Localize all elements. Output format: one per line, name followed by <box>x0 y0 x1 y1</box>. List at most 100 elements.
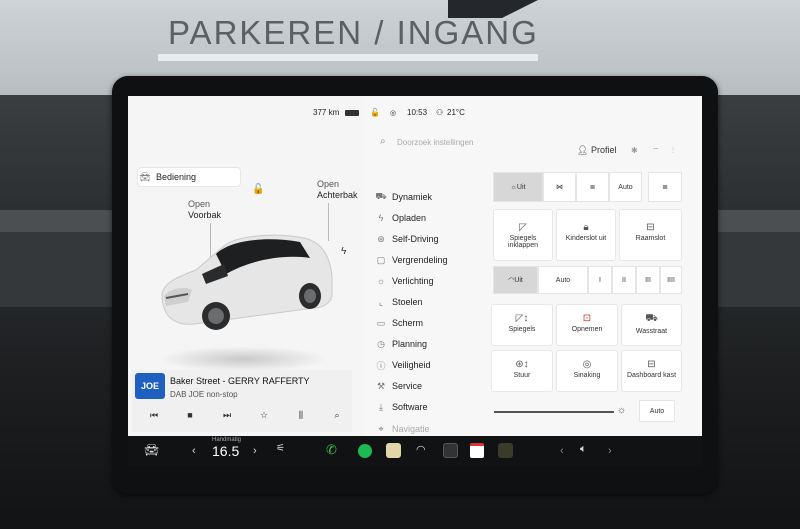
car-wash-button[interactable]: ⛟ Wasstraat <box>621 304 682 346</box>
now-playing-station: DAB JOE non-stop <box>170 390 238 399</box>
menu-item-planning[interactable]: ◷ Planning <box>374 335 476 353</box>
frunk-open-button[interactable]: Open Voorbak <box>188 199 221 221</box>
lock-icon: ▢ <box>376 254 386 265</box>
menu-item-service[interactable]: ⚒ Service <box>374 377 476 395</box>
car-model-image <box>161 234 333 330</box>
signal-icon[interactable]: ⫶ <box>672 146 674 156</box>
favorite-icon[interactable]: ☆ <box>256 410 272 421</box>
unlock-icon[interactable]: 🔓 <box>252 184 264 195</box>
settings-search-icon: ⌕ <box>380 136 386 147</box>
window-lock-icon: ⊟ <box>646 222 655 233</box>
equalizer-icon[interactable]: ⫼ <box>293 410 309 421</box>
bottom-dock: 🚘︎ Handmatig ‹ 16.5 › ⚟ ✆ ◠ ‹ 🔈︎ › <box>128 436 702 466</box>
bluetooth-icon[interactable]: ✱ <box>631 146 638 155</box>
media-player[interactable]: JOE Baker Street - GERRY RAFFERTY DAB JO… <box>132 370 352 432</box>
child-lock-button[interactable]: 🔒︎ Kinderslot uit <box>556 209 616 261</box>
clock: 10:53 <box>407 108 428 117</box>
steering-adjust-button[interactable]: ⊛↕ Stuur <box>491 350 553 392</box>
search-icon[interactable]: ⌕ <box>329 410 345 421</box>
wiper-speed-3[interactable]: III <box>636 266 660 294</box>
window-lock-button[interactable]: ⊟ Raamslot <box>619 209 682 261</box>
parking-light-icon: ⋈ <box>556 184 563 191</box>
wipers-off-button[interactable]: ◠ Uit <box>493 266 538 294</box>
wiper-speed-2[interactable]: II <box>612 266 636 294</box>
brightness-auto-button[interactable]: Auto <box>639 400 675 422</box>
now-playing-title: Baker Street - GERRY RAFFERTY <box>170 376 310 386</box>
seat-heater-icon[interactable]: ⚟ <box>276 443 285 454</box>
wiper-speed-4[interactable]: IIII <box>660 266 682 294</box>
menu-item-self-driving[interactable]: ⊛ Self-Driving <box>374 230 476 248</box>
menu-item-bediening[interactable]: 🚘︎ Bediening <box>138 168 240 186</box>
wiper-quick-icon[interactable]: ◠ <box>416 443 426 456</box>
shield-icon: ⓘ <box>376 360 386 371</box>
car-icon: 🚘︎ <box>139 171 151 182</box>
profile-icon: 👤︎ <box>577 145 591 155</box>
fold-mirrors-button[interactable]: ◸ Spiegels inklappen <box>493 209 553 261</box>
sign-underline <box>158 54 538 61</box>
screen-icon: ▭ <box>376 317 386 328</box>
settings-search-input[interactable]: Doorzoek instellingen <box>397 138 474 147</box>
trunk-action: Open <box>317 179 340 189</box>
fog-lights-button[interactable]: ≣ <box>648 172 682 202</box>
car-icon[interactable]: 🚘︎ <box>144 443 159 457</box>
temp-down-icon[interactable]: ‹ <box>192 445 196 457</box>
volume-down-icon[interactable]: ‹ <box>560 445 564 457</box>
menu-item-vergrendeling[interactable]: ▢ Vergrendeling <box>374 251 476 269</box>
arcade-icon[interactable] <box>498 443 513 458</box>
frunk-label: Voorbak <box>188 210 222 220</box>
notes-icon[interactable] <box>386 443 401 458</box>
dashcam-record-button[interactable]: ⊡ Opnemen <box>556 304 618 346</box>
phone-icon[interactable]: ✆ <box>326 442 337 458</box>
steering-icon: ⊛ <box>377 233 385 244</box>
menu-item-verlichting[interactable]: ☼ Verlichting <box>374 272 476 290</box>
lock-icon[interactable]: 🔓 <box>370 108 380 117</box>
car-wash-icon: ⛟ <box>645 313 658 324</box>
glovebox-button[interactable]: ⊟ Dashboard kast <box>621 350 682 392</box>
cabin-temperature[interactable]: 16.5 <box>212 443 239 459</box>
volume-up-icon[interactable]: › <box>608 445 612 457</box>
download-icon: ⤓ <box>379 401 383 412</box>
menu-item-software[interactable]: ⤓ Software <box>374 398 476 416</box>
lights-off-button[interactable]: ☼ Uit <box>493 172 543 202</box>
dashcam-icon[interactable] <box>443 443 458 458</box>
menu-item-veiligheid[interactable]: ⓘ Veiligheid <box>374 356 476 374</box>
menu-item-dynamiek[interactable]: ⛟ Dynamiek <box>374 188 476 206</box>
previous-icon[interactable]: ⏮ <box>146 410 162 421</box>
low-beam-icon: ≣ <box>589 184 596 191</box>
lights-auto-button[interactable]: Auto <box>609 172 642 202</box>
station-logo: JOE <box>135 373 165 399</box>
profile-label: Profiel <box>590 145 617 155</box>
wiper-speed-1[interactable]: I <box>588 266 612 294</box>
child-lock-icon: 🔒︎ <box>583 222 589 233</box>
profile-button[interactable]: 👤︎ Profiel <box>577 145 616 156</box>
menu-item-opladen[interactable]: ϟ Opladen <box>374 209 476 227</box>
spotify-icon[interactable] <box>358 444 372 458</box>
low-beam-button[interactable]: ≣ <box>576 172 609 202</box>
sinaking-button[interactable]: ◎ Sinaking <box>556 350 618 392</box>
mirror-adjust-icon: ◸↕ <box>515 313 529 324</box>
clock-icon: ◷ <box>377 338 385 349</box>
mirrors-adjust-button[interactable]: ◸↕ Spiegels <box>491 304 553 346</box>
temp-up-icon[interactable]: › <box>253 445 257 457</box>
frunk-action: Open <box>188 199 211 209</box>
volume-icon[interactable]: 🔈︎ <box>580 443 587 456</box>
trunk-open-button[interactable]: Open Achterbak <box>317 179 358 201</box>
seat-icon: ⌞ <box>378 296 384 307</box>
range-readout: 377 km <box>313 108 340 117</box>
sentry-icon[interactable]: ◎ <box>390 109 396 117</box>
stop-icon[interactable]: ■ <box>182 410 198 420</box>
charge-port-icon[interactable]: ϟ <box>341 246 346 257</box>
brightness-slider[interactable] <box>494 411 614 413</box>
calendar-icon[interactable] <box>470 443 484 458</box>
parking-lights-button[interactable]: ⋈ <box>543 172 576 202</box>
target-icon: ◎ <box>582 359 592 370</box>
wifi-icon[interactable]: ⌔ <box>652 146 660 156</box>
menu-item-stoelen[interactable]: ⌞ Stoelen <box>374 293 476 311</box>
glovebox-icon: ⊟ <box>647 359 656 370</box>
next-icon[interactable]: ⏭ <box>219 410 235 421</box>
battery-icon <box>345 110 359 116</box>
steering-wheel-icon: ⊛↕ <box>515 359 529 370</box>
wipers-auto-button[interactable]: Auto <box>538 266 588 294</box>
menu-item-scherm[interactable]: ▭ Scherm <box>374 314 476 332</box>
parking-sign: PARKEREN / INGANG <box>168 14 539 51</box>
